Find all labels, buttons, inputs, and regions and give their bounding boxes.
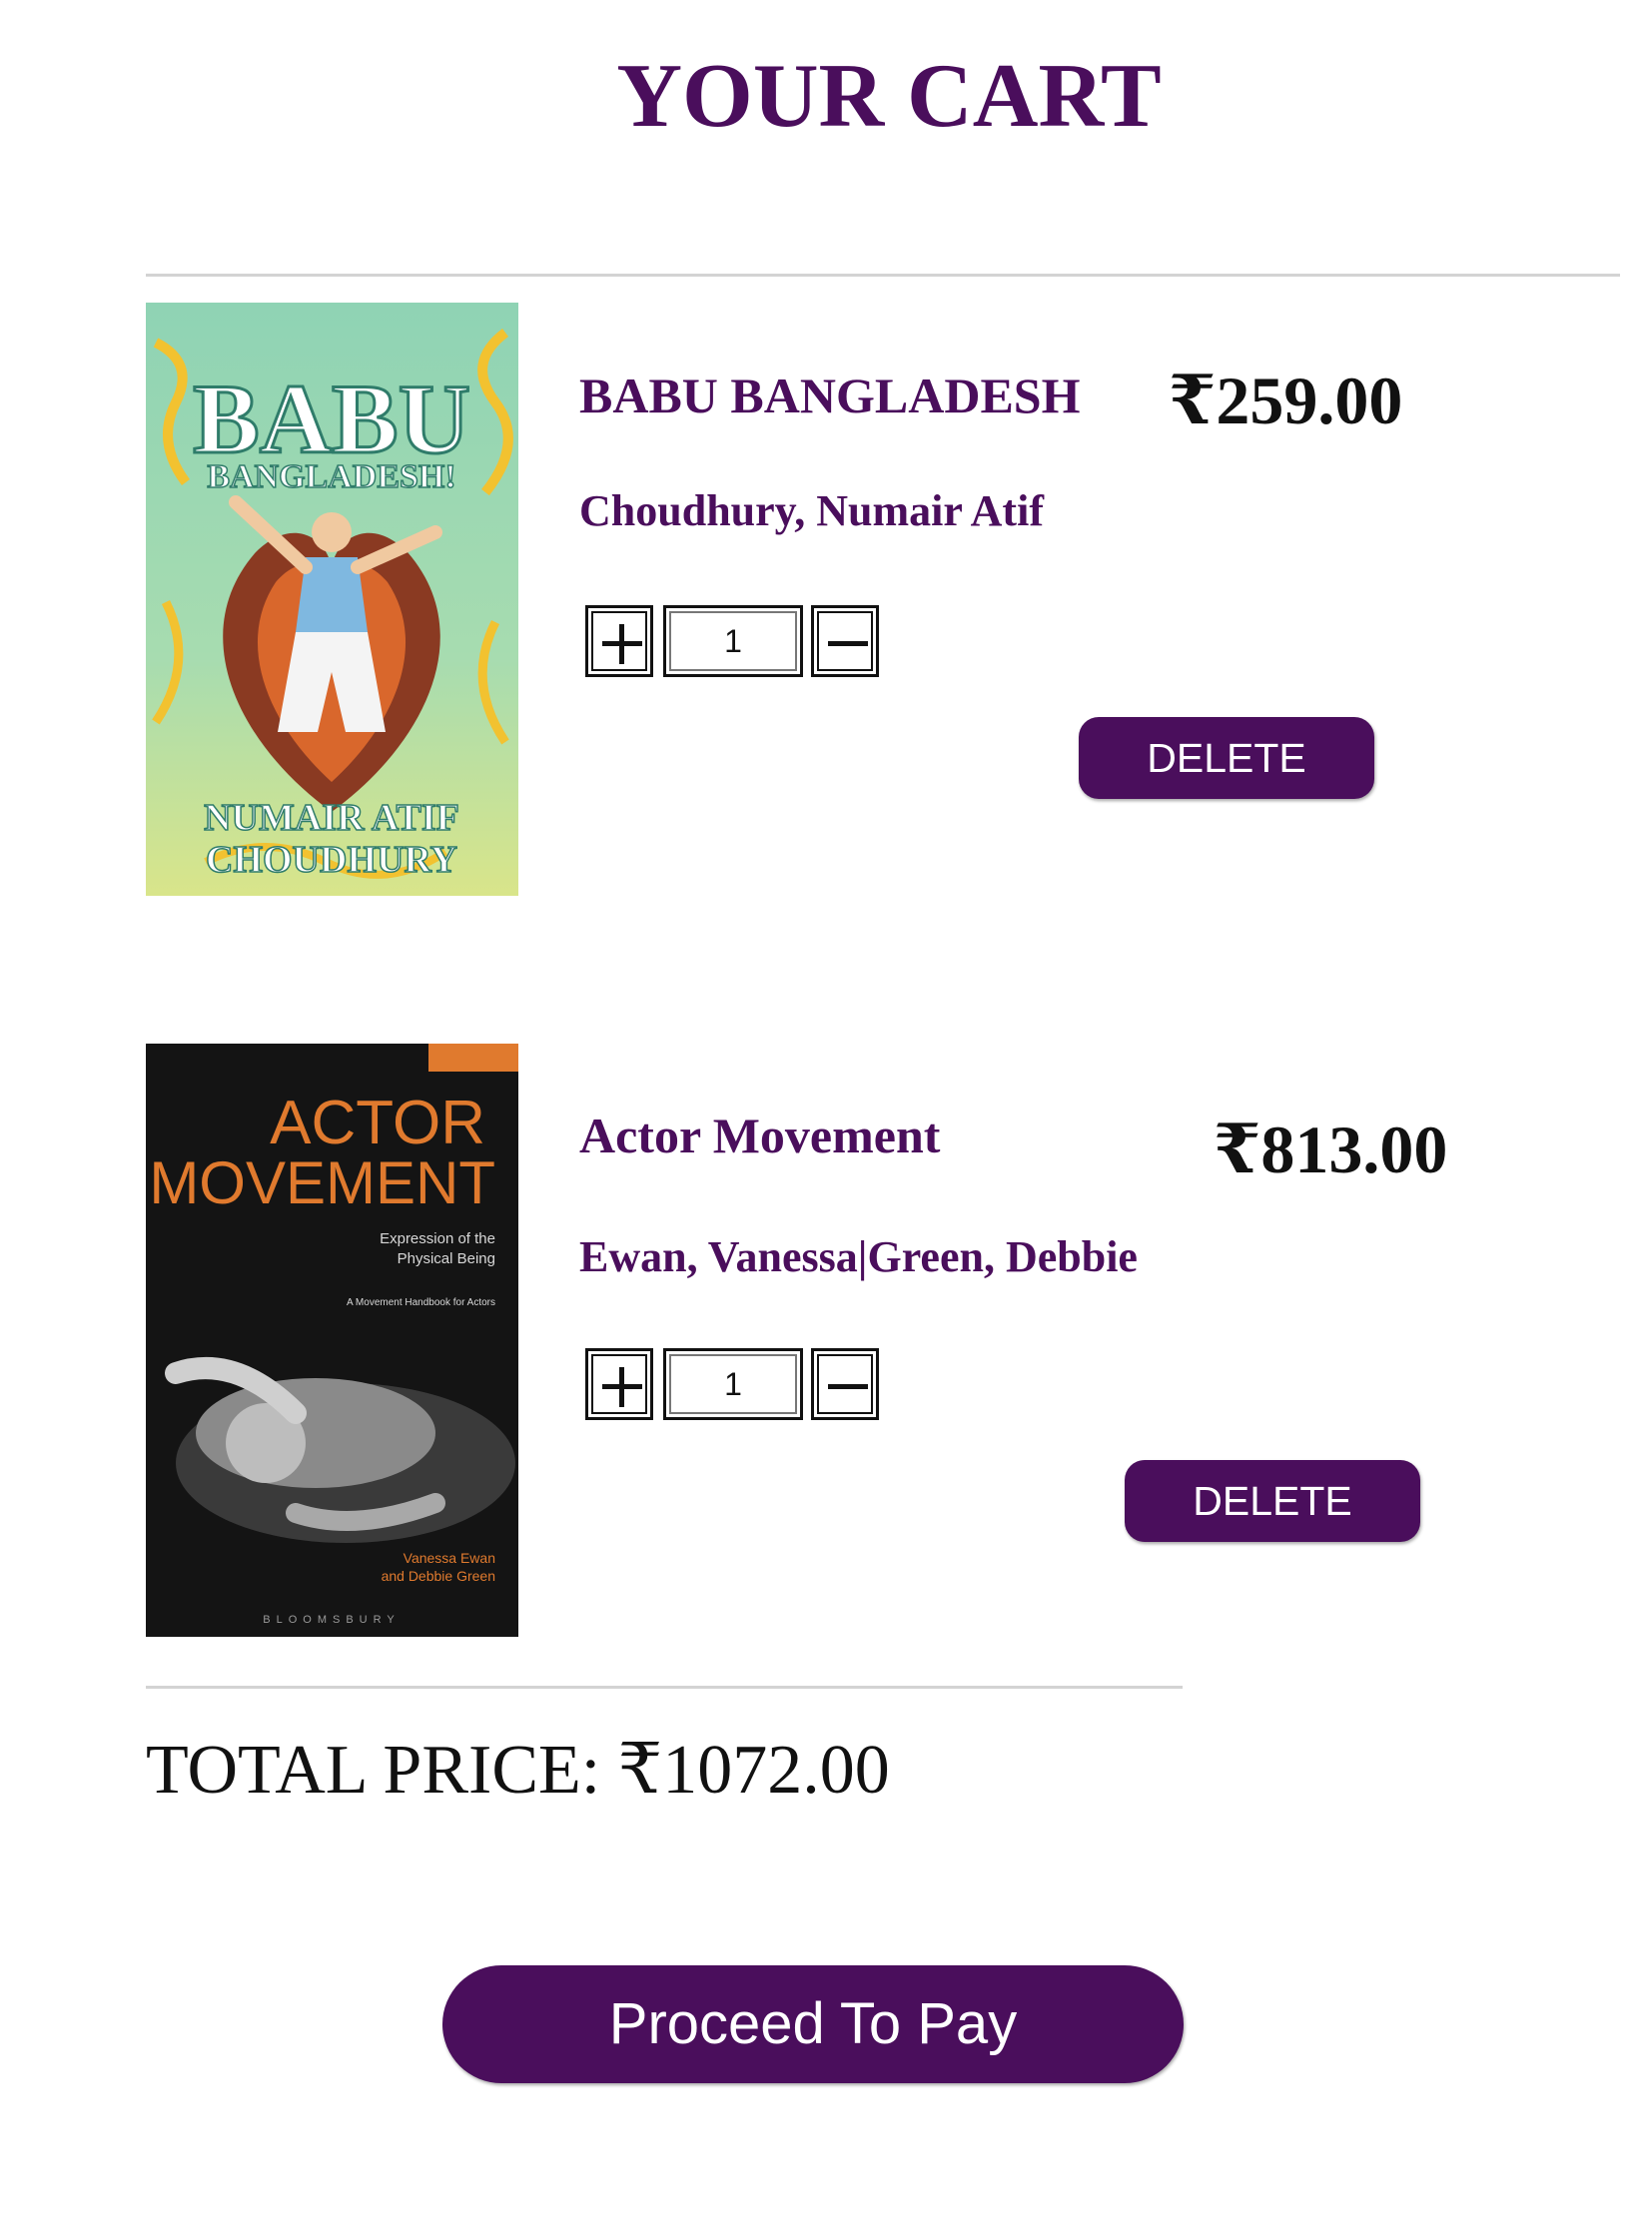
quantity-input[interactable]: 1 (663, 1348, 803, 1420)
cover-author-line2: CHOUDHURY (206, 839, 457, 881)
book-cover-image: ACTOR MOVEMENT Expression of the Physica… (146, 1044, 518, 1637)
cover-publisher: BLOOMSBURY (263, 1614, 400, 1626)
cover-tagline: A Movement Handbook for Actors (347, 1297, 495, 1308)
cover-author-line1: NUMAIR ATIF (204, 797, 459, 839)
cover-author-line1: Vanessa Ewan (404, 1550, 495, 1566)
cover-title-line2: BANGLADESH! (207, 458, 455, 495)
proceed-to-pay-button[interactable]: Proceed To Pay (442, 1965, 1184, 2083)
quantity-stepper: 1 (585, 1348, 885, 1424)
cover-title-line2: MOVEMENT (149, 1149, 495, 1216)
minus-icon (828, 1384, 868, 1389)
page-title: YOUR CART (616, 45, 1162, 146)
item-price: ₹813.00 (1214, 1112, 1448, 1187)
minus-icon (828, 641, 868, 646)
book-cover-image: BABU BANGLADESH! NUMAIR ATIF CHOUDHURY (146, 303, 518, 896)
cover-subtitle-line2: Physical Being (398, 1250, 495, 1267)
delete-button[interactable]: DELETE (1125, 1460, 1420, 1542)
quantity-input[interactable]: 1 (663, 605, 803, 677)
decrease-quantity-button[interactable] (811, 1348, 879, 1420)
item-title: Actor Movement (579, 1108, 941, 1163)
item-title: BABU BANGLADESH (579, 368, 1081, 423)
total-price: TOTAL PRICE: ₹1072.00 (146, 1732, 890, 1809)
delete-button[interactable]: DELETE (1079, 717, 1374, 799)
cover-author-line2: and Debbie Green (382, 1568, 495, 1584)
cover-subtitle-line1: Expression of the (380, 1230, 495, 1247)
quantity-stepper: 1 (585, 605, 885, 681)
cover-title: ACTOR (270, 1089, 485, 1157)
divider (146, 1686, 1183, 1689)
item-price: ₹259.00 (1169, 363, 1403, 438)
divider (146, 274, 1620, 277)
cart-page: { "page": { "title": "YOUR CART" }, "car… (0, 0, 1652, 2234)
item-author: Choudhury, Numair Atif (579, 486, 1044, 535)
item-author: Ewan, Vanessa|Green, Debbie (579, 1232, 1138, 1281)
increase-quantity-button[interactable] (585, 605, 653, 677)
decrease-quantity-button[interactable] (811, 605, 879, 677)
increase-quantity-button[interactable] (585, 1348, 653, 1420)
